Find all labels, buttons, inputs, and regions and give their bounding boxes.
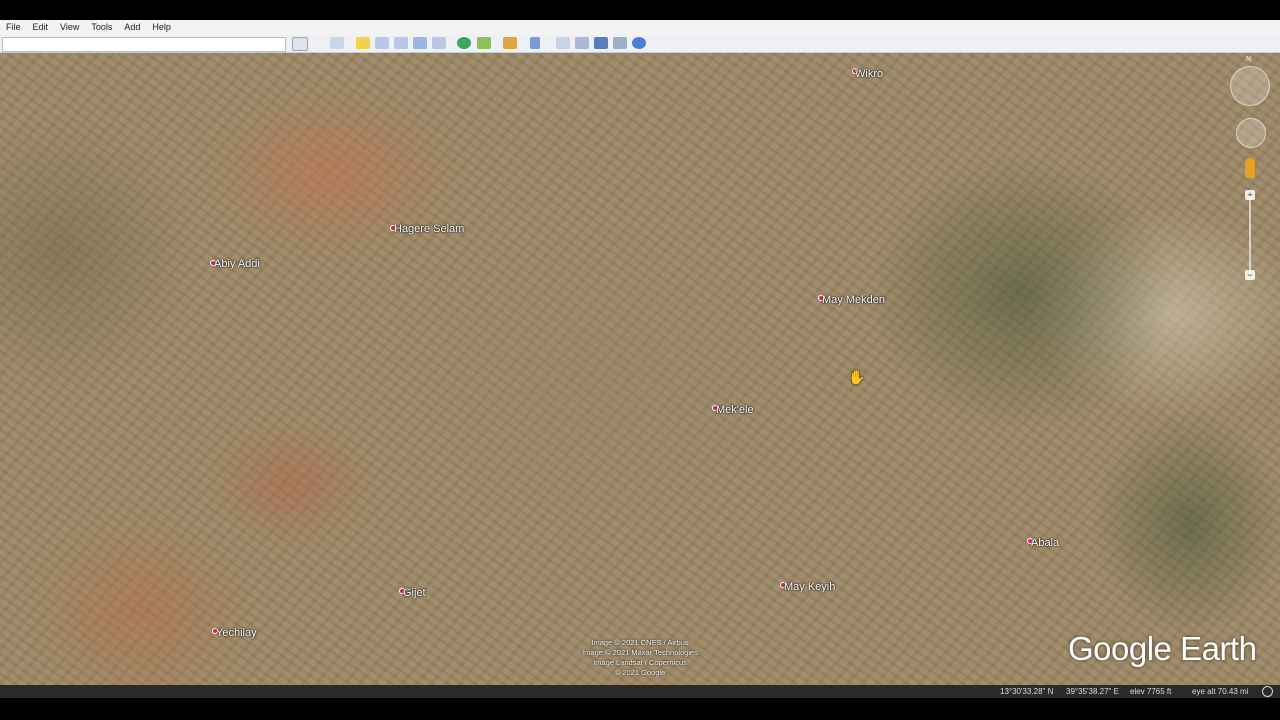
menu-edit[interactable]: Edit xyxy=(27,20,55,35)
history-icon[interactable] xyxy=(457,37,471,49)
menu-help[interactable]: Help xyxy=(146,20,177,35)
place-label-wikro[interactable]: Wikro xyxy=(855,68,883,80)
longitude-readout: 39°35'38.27" E xyxy=(1066,687,1119,696)
planets-icon[interactable] xyxy=(503,37,517,49)
placemark-icon[interactable] xyxy=(356,37,370,49)
attribution-line: © 2021 Google xyxy=(614,668,666,677)
print-icon[interactable] xyxy=(575,37,589,49)
sidebar-icon[interactable] xyxy=(330,37,344,49)
compass-north-icon: N xyxy=(1246,56,1252,63)
google-earth-window: File Edit View Tools Add Help Wikro Hage… xyxy=(0,0,1280,720)
imagery-attribution: Image © 2021 CNES / Airbus Image © 2021 … xyxy=(560,638,720,678)
eye-altitude-readout: eye alt 70.43 mi xyxy=(1192,687,1249,696)
menu-view[interactable]: View xyxy=(54,20,85,35)
street-view-pegman-icon[interactable] xyxy=(1245,158,1255,178)
attribution-line: Image © 2021 CNES / Airbus xyxy=(591,638,689,647)
menu-add[interactable]: Add xyxy=(118,20,146,35)
path-icon[interactable] xyxy=(394,37,408,49)
tour-icon[interactable] xyxy=(432,37,446,49)
sunlight-icon[interactable] xyxy=(477,37,491,49)
place-label-may-keyih[interactable]: May Keyih xyxy=(784,581,835,593)
satellite-map-view[interactable]: Wikro Hagere Selam Abiy Addi May Mekden … xyxy=(0,53,1280,685)
place-label-yechilay[interactable]: Yechilay xyxy=(216,627,257,639)
compass-look-control[interactable] xyxy=(1230,66,1270,106)
place-label-abiy-addi[interactable]: Abiy Addi xyxy=(214,258,260,270)
zoom-slider[interactable] xyxy=(1249,196,1251,274)
earth-icon[interactable] xyxy=(632,37,646,49)
place-label-gijet[interactable]: Gijet xyxy=(403,587,426,599)
place-label-may-mekden[interactable]: May Mekden xyxy=(822,294,885,306)
email-icon[interactable] xyxy=(556,37,570,49)
streaming-indicator-icon xyxy=(1262,686,1273,697)
search-input[interactable] xyxy=(2,37,286,52)
place-label-abala[interactable]: Abala xyxy=(1031,537,1059,549)
move-control[interactable] xyxy=(1236,118,1266,148)
hand-cursor-icon: ✋ xyxy=(848,369,866,385)
elevation-readout: elev 7765 ft xyxy=(1130,687,1172,696)
search-icon[interactable] xyxy=(292,37,308,51)
latitude-readout: 13°30'33.28" N xyxy=(1000,687,1054,696)
status-bar: 13°30'33.28" N 39°35'38.27" E elev 7765 … xyxy=(0,685,1280,698)
menu-file[interactable]: File xyxy=(0,20,27,35)
zoom-out-button[interactable]: − xyxy=(1245,270,1255,280)
menu-tools[interactable]: Tools xyxy=(85,20,118,35)
google-earth-logo: Google Earth xyxy=(1068,630,1257,667)
polygon-icon[interactable] xyxy=(375,37,389,49)
save-image-icon[interactable] xyxy=(594,37,608,49)
maps-icon[interactable] xyxy=(613,37,627,49)
ruler-icon[interactable] xyxy=(530,37,540,49)
image-overlay-icon[interactable] xyxy=(413,37,427,49)
menu-bar: File Edit View Tools Add Help xyxy=(0,20,1280,35)
place-label-hagere-selam[interactable]: Hagere Selam xyxy=(394,223,464,235)
place-label-mekele[interactable]: Mek'ele xyxy=(716,404,754,416)
attribution-line: Image Landsat / Copernicus xyxy=(593,658,687,667)
attribution-line: Image © 2021 Maxar Technologies xyxy=(582,648,698,657)
